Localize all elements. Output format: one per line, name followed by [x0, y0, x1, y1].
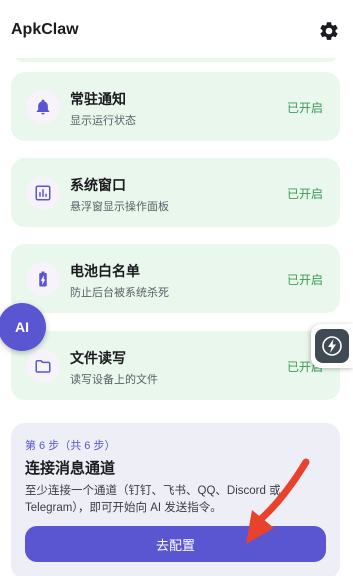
permission-card-battery[interactable]: 电池白名单 防止后台被系统杀死 已开启: [11, 244, 340, 313]
floating-side-widget[interactable]: [311, 324, 353, 368]
app-title: ApkClaw: [11, 21, 79, 38]
card-subtitle: 悬浮窗显示操作面板: [70, 201, 169, 213]
folder-icon: [35, 360, 51, 373]
permission-card-file-access[interactable]: 文件读写 读写设备上的文件 已开启: [11, 331, 340, 400]
window-panel-icon: [35, 185, 51, 201]
icon-badge: [26, 349, 60, 383]
annotation-arrow-icon: [246, 458, 310, 544]
card-title: 常驻通知: [70, 91, 126, 107]
card-subtitle: 防止后台被系统杀死: [70, 287, 169, 299]
battery-charging-icon: [39, 271, 47, 287]
app-bar: ApkClaw: [0, 0, 353, 60]
card-title: 电池白名单: [70, 263, 140, 279]
card-title: 文件读写: [70, 350, 126, 366]
gear-icon[interactable]: [318, 20, 340, 42]
icon-badge: [26, 90, 60, 124]
side-widget-badge: [315, 329, 349, 363]
lightning-icon: [322, 336, 342, 356]
permission-list: 常驻通知 显示运行状态 已开启 系统窗口 悬浮窗显示操作面板 已开启 电池白名单…: [0, 58, 353, 418]
status-label: 已开启: [286, 187, 323, 201]
previous-card: [11, 58, 340, 62]
step-title: 连接消息通道: [25, 460, 116, 477]
status-label: 已开启: [286, 101, 323, 115]
status-label: 已开启: [286, 273, 323, 287]
bell-icon: [36, 99, 50, 115]
step-counter: 第 6 步（共 6 步）: [25, 440, 116, 452]
permission-card-system-window[interactable]: 系统窗口 悬浮窗显示操作面板 已开启: [11, 158, 340, 227]
ai-floating-button[interactable]: AI: [0, 303, 46, 351]
card-subtitle: 读写设备上的文件: [70, 374, 158, 386]
permission-card-notification[interactable]: 常驻通知 显示运行状态 已开启: [11, 72, 340, 141]
icon-badge: [26, 176, 60, 210]
icon-badge: [26, 262, 60, 296]
card-subtitle: 显示运行状态: [70, 115, 136, 127]
card-title: 系统窗口: [70, 177, 126, 193]
